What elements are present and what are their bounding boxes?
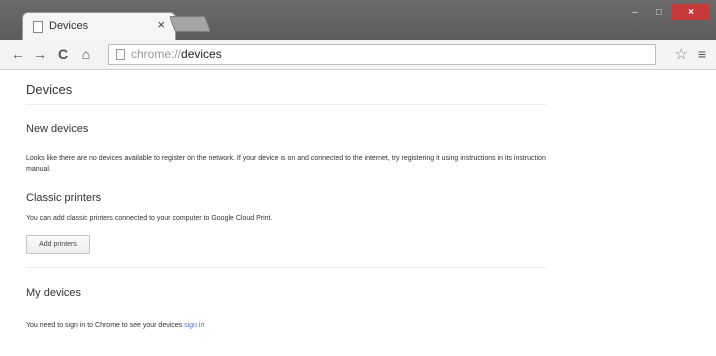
menu-icon[interactable]: ≡ xyxy=(698,46,706,62)
url-path: devices xyxy=(181,47,222,61)
page-content: Devices New devices Looks like there are… xyxy=(0,71,716,356)
classic-printers-text: You can add classic printers connected t… xyxy=(26,215,273,222)
new-devices-text: Looks like there are no devices availabl… xyxy=(26,155,546,173)
browser-window: Devices × – □ × ← → C ⌂ chrome://devices… xyxy=(0,0,716,356)
bookmark-star-icon[interactable]: ☆ xyxy=(675,45,688,63)
my-devices-text: You need to sign in to Chrome to see you… xyxy=(26,320,546,331)
my-devices-message: You need to sign in to Chrome to see you… xyxy=(26,322,183,329)
address-bar[interactable]: chrome://devices xyxy=(108,44,656,65)
maximize-button[interactable]: □ xyxy=(648,4,670,20)
add-printers-button[interactable]: Add printers xyxy=(26,235,90,254)
page-icon xyxy=(33,21,43,33)
back-icon[interactable]: ← xyxy=(10,46,26,62)
url-scheme: chrome:// xyxy=(131,47,182,61)
reload-icon[interactable]: C xyxy=(55,46,71,62)
forward-icon[interactable]: → xyxy=(32,46,48,62)
tab-close-icon[interactable]: × xyxy=(157,17,165,32)
page-icon xyxy=(116,49,125,60)
close-window-button[interactable]: × xyxy=(672,4,710,20)
home-icon[interactable]: ⌂ xyxy=(78,46,94,62)
sign-in-link[interactable]: sign in xyxy=(184,322,204,329)
my-devices-heading: My devices xyxy=(26,287,82,299)
tab-title: Devices xyxy=(49,20,89,32)
new-tab-button[interactable] xyxy=(169,16,211,32)
classic-printers-heading: Classic printers xyxy=(26,192,102,204)
window-controls: – □ × xyxy=(624,4,710,22)
divider xyxy=(26,267,546,268)
tab-devices[interactable]: Devices × xyxy=(22,12,176,42)
divider xyxy=(26,104,546,105)
url-text: chrome://devices xyxy=(131,47,222,61)
new-devices-heading: New devices xyxy=(26,123,89,135)
title-bar: Devices × – □ × xyxy=(0,0,716,42)
page-title: Devices xyxy=(26,82,73,97)
minimize-button[interactable]: – xyxy=(624,4,646,20)
browser-toolbar: ← → C ⌂ chrome://devices ☆ ≡ xyxy=(0,40,716,70)
